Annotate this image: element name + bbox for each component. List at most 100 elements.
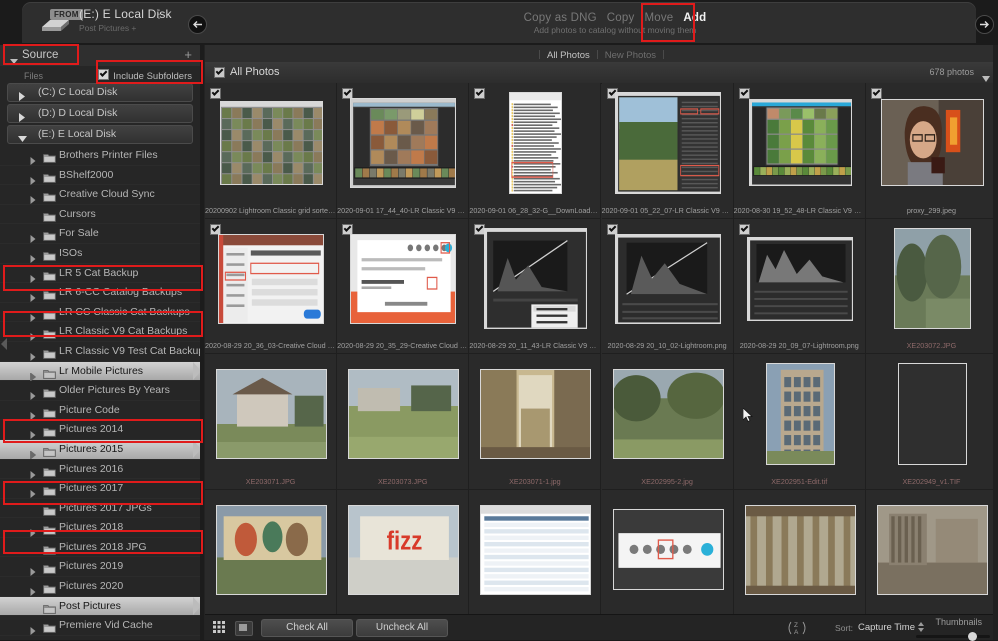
folder-row-pictures-2019[interactable]: Pictures 2019 <box>0 557 200 577</box>
folder-row-pictures-2020[interactable]: Pictures 2020 <box>0 577 200 597</box>
folder-row-pictures-2014[interactable]: Pictures 2014 <box>0 420 200 440</box>
photo-cell[interactable]: 2020-08-29 20_35_29-Creative Cloud Deskt… <box>337 219 469 355</box>
loupe-view-icon[interactable] <box>235 621 253 636</box>
panel-collapse-arrow-icon[interactable] <box>0 335 8 353</box>
folder-row-brothers-printer-files[interactable]: Brothers Printer Files <box>0 146 200 166</box>
drive-row--c-c-local-disk[interactable]: (C:) C Local Disk <box>7 83 193 102</box>
photo-cell[interactable]: fizz <box>337 490 469 626</box>
folder-tree[interactable]: (C:) C Local Disk (D:) D Local Disk (E:) E… <box>0 83 200 640</box>
folder-row-creative-cloud-sync[interactable]: Creative Cloud Sync <box>0 185 200 205</box>
folder-row-pictures-2018-jpg[interactable]: Pictures 2018 JPG <box>0 538 200 558</box>
uncheck-all-button[interactable]: Uncheck All <box>356 619 448 637</box>
sort-za-icon[interactable]: Z A <box>786 620 808 636</box>
source-menu-icon[interactable]: ⋮ <box>153 7 165 21</box>
photo-cell[interactable] <box>602 490 734 626</box>
folder-row-post-pictures[interactable]: Post Pictures <box>0 597 200 617</box>
folder-row-lr-cc-classic-cat-backups[interactable]: LR CC Classic Cat Backups <box>0 303 200 323</box>
folder-row-pictures-2016[interactable]: Pictures 2016 <box>0 460 200 480</box>
photo-thumbnail[interactable] <box>615 234 721 324</box>
photo-thumbnail[interactable] <box>747 237 853 321</box>
photo-cell[interactable]: 2020-08-29 20_10_02-Lightroom.png <box>602 219 734 355</box>
photo-checkbox[interactable] <box>210 88 221 99</box>
folder-row-premiere-vid-cache[interactable]: Premiere Vid Cache <box>0 616 200 636</box>
folder-row-older-pictures-by-years[interactable]: Older Pictures By Years <box>0 381 200 401</box>
select-all-bar[interactable]: All Photos 678 photos <box>205 62 998 84</box>
photo-cell[interactable]: proxy_299.jpeg <box>866 83 998 219</box>
import-mode-add[interactable]: Add <box>683 12 706 24</box>
photo-checkbox[interactable] <box>474 88 485 99</box>
folder-row-picture-code[interactable]: Picture Code <box>0 401 200 421</box>
photo-cell[interactable]: 2020-09-01 05_22_07-LR Classic V9 Catalo… <box>602 83 734 219</box>
photo-thumbnail[interactable] <box>613 509 724 590</box>
photo-cell[interactable] <box>734 490 866 626</box>
photo-thumbnail[interactable] <box>218 234 324 324</box>
photo-cell[interactable]: XE203073.JPG <box>337 354 469 490</box>
photo-cell[interactable]: 2020-08-29 20_09_07-Lightroom.png <box>734 219 866 355</box>
photo-cell[interactable]: XE202995-2.jpg <box>602 354 734 490</box>
photo-cell[interactable]: 2020-08-30 19_52_48-LR Classic V9 Catalo… <box>734 83 866 219</box>
folder-row-program-files[interactable]: Program Files <box>0 636 200 640</box>
folder-row-cursors[interactable]: Cursors <box>0 205 200 225</box>
photo-thumbnail[interactable] <box>484 228 587 330</box>
photo-cell[interactable]: 2020-09-01 06_28_32-G__DownLoad_Adobe S.… <box>469 83 601 219</box>
source-panel-header[interactable]: Source + <box>0 45 200 66</box>
check-all-button[interactable]: Check All <box>261 619 353 637</box>
photo-cell[interactable]: XE203072.JPG <box>866 219 998 355</box>
photo-thumbnail[interactable] <box>480 505 591 595</box>
folder-row-lr-5-cat-backup[interactable]: LR 5 Cat Backup <box>0 264 200 284</box>
grid-view-icon[interactable] <box>213 621 227 634</box>
photo-checkbox[interactable] <box>871 88 882 99</box>
photo-thumbnail[interactable] <box>350 98 456 188</box>
photo-cell[interactable]: XE202949_v1.TIF <box>866 354 998 490</box>
photo-thumbnail[interactable] <box>615 92 721 194</box>
photo-thumbnail[interactable] <box>509 92 562 194</box>
folder-row-pictures-2017[interactable]: Pictures 2017 <box>0 479 200 499</box>
drive-row--d-d-local-disk[interactable]: (D:) D Local Disk <box>7 104 193 123</box>
photo-thumbnail[interactable] <box>877 505 988 595</box>
nav-next-button[interactable] <box>975 15 994 34</box>
photo-cell-grid[interactable]: 20200902 Lightroom Classic grid sorted b… <box>205 83 998 625</box>
import-mode-move[interactable]: Move <box>644 12 673 24</box>
import-mode-tabs[interactable]: Copy as DNGCopyMoveAdd <box>500 8 730 26</box>
folder-row-lr-classic-v9-cat-backups[interactable]: LR Classic V9 Cat Backups <box>0 322 200 342</box>
folder-row-pictures-2018[interactable]: Pictures 2018 <box>0 518 200 538</box>
include-subfolders-checkbox[interactable]: Include Subfolders <box>98 69 192 82</box>
folder-row-for-sale[interactable]: For Sale <box>0 224 200 244</box>
photo-cell[interactable]: XE203071-1.jpg <box>469 354 601 490</box>
photo-cell[interactable]: XE203071.JPG <box>205 354 337 490</box>
photo-cell[interactable]: 2020-09-01 17_44_40-LR Classic V9 Catalo… <box>337 83 469 219</box>
photo-cell[interactable]: 20200902 Lightroom Classic grid sorted b… <box>205 83 337 219</box>
photo-checkbox[interactable] <box>739 88 750 99</box>
photo-cell[interactable]: XE202951-Edit.tif <box>734 354 866 490</box>
photo-thumbnail[interactable] <box>749 99 852 186</box>
photo-thumbnail[interactable]: fizz <box>348 505 459 595</box>
photo-cell[interactable] <box>205 490 337 626</box>
photo-thumbnail[interactable] <box>745 505 856 595</box>
photo-thumbnail[interactable] <box>480 369 591 459</box>
folder-row-isos[interactable]: ISOs <box>0 244 200 264</box>
photo-cell[interactable]: 2020-08-29 20_11_43-LR Classic V9 Catalo… <box>469 219 601 355</box>
photo-cell[interactable]: 2020-08-29 20_36_03-Creative Cloud Deskt… <box>205 219 337 355</box>
folder-row-lr-mobile-pictures[interactable]: Lr Mobile Pictures <box>0 362 200 382</box>
photo-thumbnail[interactable] <box>348 369 459 459</box>
photo-checkbox[interactable] <box>739 224 750 235</box>
triangle-down-icon[interactable] <box>10 52 18 70</box>
folder-row-pictures-2015[interactable]: Pictures 2015 <box>0 440 200 460</box>
sort-value[interactable]: Capture Time <box>858 622 915 633</box>
photo-thumbnail[interactable] <box>898 363 967 465</box>
photo-cell[interactable] <box>469 490 601 626</box>
folder-row-pictures-2017-jpgs[interactable]: Pictures 2017 JPGs <box>0 499 200 519</box>
updown-arrows-icon[interactable] <box>918 622 924 632</box>
photo-thumbnail[interactable] <box>894 228 971 330</box>
photo-thumbnail[interactable] <box>220 101 323 185</box>
photo-thumbnail[interactable] <box>881 99 984 186</box>
photo-cell[interactable] <box>866 490 998 626</box>
import-mode-copy[interactable]: Copy <box>607 12 635 24</box>
plus-icon[interactable]: + <box>184 48 192 61</box>
folder-row-bshelf2000[interactable]: BShelf2000 <box>0 166 200 186</box>
photo-thumbnail[interactable] <box>216 505 327 595</box>
folder-row-lr-6-cc-catalog-backups[interactable]: LR 6-CC Catalog Backups <box>0 283 200 303</box>
thumbnail-size-slider[interactable] <box>916 635 990 638</box>
drive-row--e-e-local-disk[interactable]: (E:) E Local Disk <box>7 125 193 144</box>
select-all-checkbox[interactable] <box>214 67 225 78</box>
